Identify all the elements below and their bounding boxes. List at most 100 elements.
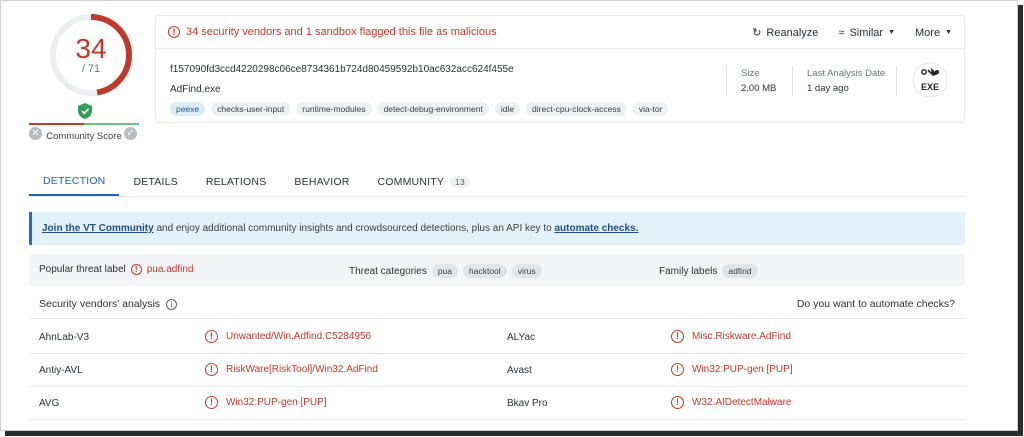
file-tag[interactable]: via-tor <box>632 102 669 116</box>
table-row: AVG ! Win32:PUP-gen [PUP] Bkav Pro ! W32.A… <box>29 387 965 420</box>
file-tag[interactable]: idle <box>494 102 521 116</box>
tab-community[interactable]: COMMUNITY 13 <box>364 171 484 196</box>
file-type-label: EXE <box>920 82 939 92</box>
chevron-down-icon: ▼ <box>888 29 895 36</box>
info-icon[interactable]: i <box>166 298 178 310</box>
vendors-header: Security vendors' analysis i Do you want… <box>29 293 965 319</box>
card-divider <box>156 48 964 49</box>
categories-title: Threat categories <box>349 265 427 277</box>
table-row: Antiy-AVL ! RiskWare[RiskTool]/Win32.AdFi… <box>29 354 965 387</box>
vendor-name: AhnLab-V3 <box>39 332 90 343</box>
file-tags: peexe checks-user-input runtime-modules … <box>170 102 669 116</box>
alert-icon: ! <box>205 330 218 343</box>
vendors-title: Security vendors' analysis i <box>39 298 178 310</box>
file-summary-card: ! 34 security vendors and 1 sandbox flag… <box>155 15 965 123</box>
tab-relations[interactable]: RELATIONS <box>192 171 281 196</box>
automate-checks-link[interactable]: automate checks. <box>554 223 638 234</box>
popular-label-value: pua.adfind <box>146 264 194 275</box>
alert-icon: ! <box>205 363 218 376</box>
meta-divider <box>726 66 727 96</box>
file-hash[interactable]: f157090fd3ccd4220298c06ce8734361b724d804… <box>170 64 514 75</box>
meta-divider <box>896 66 897 96</box>
date-value: 1 day ago <box>807 83 849 94</box>
similar-button[interactable]: ≈ Similar ▼ <box>838 26 895 39</box>
more-label: More <box>915 26 941 39</box>
file-name: AdFind.exe <box>170 84 221 95</box>
family-chip[interactable]: adfind <box>722 264 758 278</box>
family-labels: Family labels adfind <box>659 264 758 278</box>
alert-icon: ! <box>205 396 218 409</box>
reanalyze-label: Reanalyze <box>766 26 819 39</box>
result-text: RiskWare[RiskTool]/Win32.AdFind <box>226 364 378 375</box>
tab-community-label: COMMUNITY <box>377 175 445 188</box>
tab-behavior[interactable]: BEHAVIOR <box>280 171 363 196</box>
similar-label: Similar <box>849 26 884 39</box>
vendor-result: ! Unwanted/Win.Adfind.C5284956 <box>205 330 371 343</box>
community-score-label: Community Score <box>46 131 122 142</box>
vendor-name: Antiy-AVL <box>39 365 83 376</box>
join-community-link[interactable]: Join the VT Community <box>42 223 154 234</box>
result-text: Misc.Riskware.AdFind <box>692 331 791 342</box>
tab-bar: DETECTION DETAILS RELATIONS BEHAVIOR COM… <box>29 171 965 197</box>
alert-icon: ! <box>671 330 684 343</box>
detection-score: 34 / 71 ✕ Community Score ✓ <box>29 7 141 147</box>
community-banner: Join the VT Community and enjoy addition… <box>29 212 965 245</box>
table-row: AhnLab-V3 ! Unwanted/Win.Adfind.C5284956 … <box>29 321 965 354</box>
similar-icon: ≈ <box>838 26 845 39</box>
date-label: Last Analysis Date <box>807 68 886 79</box>
popular-label-title: Popular threat label <box>39 264 126 275</box>
score-detections: 34 <box>75 33 107 64</box>
refresh-icon: ↻ <box>752 27 762 39</box>
exe-file-icon: EXE <box>912 62 948 98</box>
category-chip[interactable]: virus <box>511 264 542 278</box>
malicious-alert: ! 34 security vendors and 1 sandbox flag… <box>168 26 497 38</box>
tab-detection[interactable]: DETECTION <box>29 171 120 196</box>
last-analysis: Last Analysis Date 1 day ago <box>807 68 885 94</box>
file-tag[interactable]: runtime-modules <box>296 102 372 116</box>
meta-divider <box>792 66 793 96</box>
shield-check-icon <box>78 103 92 119</box>
alert-icon: ! <box>168 26 180 38</box>
tab-details[interactable]: DETAILS <box>119 171 191 196</box>
threat-categories: Threat categories pua hacktool virus <box>349 264 542 278</box>
category-chip[interactable]: hacktool <box>463 264 507 278</box>
size-label: Size <box>741 68 760 79</box>
alert-icon: ! <box>671 396 684 409</box>
vendor-result: ! W32.AIDetectMalware <box>671 396 791 409</box>
threat-labels: Popular threat label ! pua.adfind Threat… <box>29 254 965 286</box>
score-total: / 71 <box>81 63 101 75</box>
result-text: W32.AIDetectMalware <box>692 397 792 408</box>
family-title: Family labels <box>659 265 718 277</box>
category-chip[interactable]: pua <box>431 264 459 278</box>
vendor-result: ! Win32:PUP-gen [PUP] <box>205 396 327 409</box>
vendor-result: ! RiskWare[RiskTool]/Win32.AdFind <box>205 363 378 376</box>
reanalyze-button[interactable]: ↻ Reanalyze <box>752 26 819 40</box>
alert-icon: ! <box>671 363 684 376</box>
file-tag[interactable]: peexe <box>170 102 206 116</box>
more-button[interactable]: More ▼ <box>915 26 952 39</box>
virustotal-page: 34 / 71 ✕ Community Score ✓ ! 34 securit… <box>0 0 1018 431</box>
banner-text: and enjoy additional community insights … <box>153 223 555 234</box>
vendor-name: ALYac <box>507 332 535 343</box>
file-size: Size 2.00 MB <box>741 68 776 94</box>
file-tag[interactable]: checks-user-input <box>211 102 291 116</box>
vendors-title-text: Security vendors' analysis <box>39 298 161 310</box>
automate-checks-link[interactable]: Do you want to automate checks? <box>797 298 955 310</box>
vendor-name: Avast <box>507 365 532 376</box>
size-value: 2.00 MB <box>741 83 777 94</box>
exe-graphic <box>912 62 948 98</box>
result-text: Unwanted/Win.Adfind.C5284956 <box>226 331 372 342</box>
file-tag[interactable]: direct-cpu-clock-access <box>526 102 627 116</box>
vendor-name: Bkav Pro <box>507 398 548 409</box>
vendor-name: AVG <box>39 398 60 409</box>
file-tag[interactable]: detect-debug-environment <box>377 102 489 116</box>
upvote-icon[interactable]: ✓ <box>124 127 137 140</box>
vendor-result: ! Misc.Riskware.AdFind <box>671 330 791 343</box>
file-actions: ↻ Reanalyze ≈ Similar ▼ More ▼ <box>752 26 952 40</box>
result-text: Win32:PUP-gen [PUP] <box>226 397 327 408</box>
community-score-bar <box>29 123 139 125</box>
chevron-down-icon: ▼ <box>945 29 952 36</box>
alert-text: 34 security vendors and 1 sandbox flagge… <box>186 26 497 38</box>
result-text: Win32:PUP-gen [PUP] <box>692 364 793 375</box>
vendor-result: ! Win32:PUP-gen [PUP] <box>671 363 793 376</box>
